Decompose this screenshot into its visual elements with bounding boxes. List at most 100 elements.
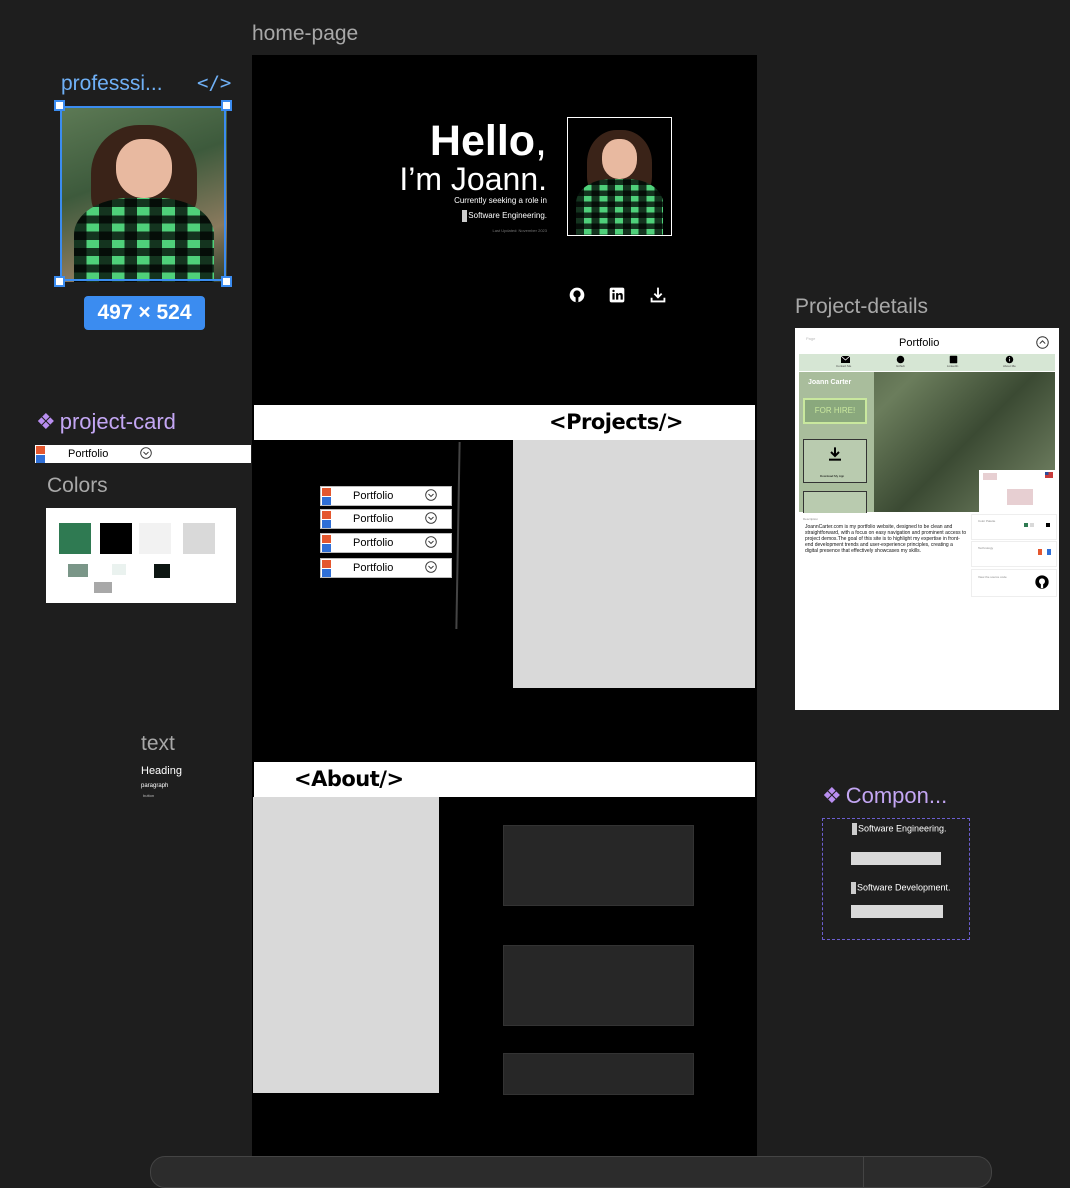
color-swatch[interactable] <box>112 564 126 575</box>
component-frame[interactable]: Software Engineering. Software Developme… <box>822 818 970 940</box>
card-label: Portfolio <box>68 448 109 460</box>
html-css-icon <box>322 535 331 552</box>
text-heading-style[interactable]: Heading <box>141 765 182 777</box>
card-label: Portfolio <box>353 537 394 549</box>
chevron-up-icon[interactable] <box>1036 336 1049 349</box>
component-placeholder <box>851 905 943 918</box>
nav-github[interactable]: Github <box>896 364 905 368</box>
projects-heading: <Projects/> <box>549 410 683 434</box>
selection-label: professsi... <box>61 72 163 95</box>
project-details-frame[interactable]: Page Portfolio Contact Me Github LinkedI… <box>795 328 1059 710</box>
project-card[interactable]: Portfolio <box>320 533 452 553</box>
chevron-down-icon[interactable] <box>425 489 437 501</box>
color-swatch[interactable] <box>139 523 171 554</box>
github-icon[interactable] <box>896 355 905 364</box>
chevron-down-icon[interactable] <box>140 447 152 459</box>
about-card[interactable] <box>503 945 694 1026</box>
color-swatch[interactable] <box>68 564 88 577</box>
linkedin-icon[interactable] <box>949 355 958 364</box>
palette-swatch <box>1024 523 1028 527</box>
details-popup <box>979 470 1055 512</box>
color-swatch[interactable] <box>183 523 215 554</box>
text-label[interactable]: text <box>141 732 175 756</box>
bottom-toolbar[interactable] <box>150 1156 992 1188</box>
component-icon: ❖ <box>822 783 842 808</box>
brand-label: Joann Carter <box>808 379 852 386</box>
nav-contact[interactable]: Contact Me <box>836 364 851 368</box>
nav-linkedin[interactable]: LinkedIn <box>947 364 958 368</box>
for-hire-button[interactable]: FOR HIRE! <box>803 398 867 424</box>
hero-name: I’m Joann. <box>399 161 547 197</box>
color-swatch[interactable] <box>94 582 112 593</box>
page-tag: Page <box>806 336 816 341</box>
popup-tag <box>983 473 997 480</box>
github-icon[interactable] <box>566 284 588 306</box>
about-card[interactable] <box>503 825 694 906</box>
download-icon <box>829 447 841 461</box>
download-app-button[interactable]: Download My App <box>803 439 867 483</box>
hero-hello: Hello, <box>429 117 547 165</box>
colors-frame[interactable] <box>46 508 236 603</box>
details-nav: Contact Me Github LinkedIn About Me <box>799 354 1055 371</box>
project-card-component[interactable]: Portfolio <box>35 445 251 463</box>
popup-note <box>1007 489 1033 505</box>
color-palette-card: Color Palette <box>971 514 1057 540</box>
selection-border <box>60 106 226 281</box>
color-swatch[interactable] <box>154 564 170 578</box>
chevron-down-icon[interactable] <box>425 536 437 548</box>
size-badge: 497 × 524 <box>84 296 205 330</box>
project-card-label[interactable]: ❖ project-card <box>36 409 176 435</box>
mail-icon[interactable] <box>841 356 850 363</box>
linkedin-icon[interactable] <box>606 284 628 306</box>
html-css-icon <box>322 488 331 505</box>
component-placeholder <box>851 852 941 865</box>
resize-handle[interactable] <box>54 276 65 287</box>
chevron-down-icon[interactable] <box>425 512 437 524</box>
text-small-style[interactable]: button <box>143 793 154 798</box>
project-preview-panel[interactable] <box>513 440 755 688</box>
component-text-1: Software Engineering. <box>852 823 947 835</box>
css-icon <box>1047 549 1051 555</box>
about-bar: <About/> <box>254 762 755 797</box>
card-label: Portfolio <box>353 562 394 574</box>
project-description: JoannCarter.com is my portfolio website,… <box>805 524 967 554</box>
text-paragraph-style[interactable]: paragraph <box>141 783 168 789</box>
about-heading: <About/> <box>294 767 404 791</box>
details-title: Portfolio <box>899 337 940 349</box>
details-hero: Joann Carter FOR HIRE! Download My App <box>799 372 1055 513</box>
home-page-frame[interactable]: Hello, I’m Joann. Currently seeking a ro… <box>252 55 757 1170</box>
component-text-2: Software Development. <box>851 882 951 894</box>
pdf-icon[interactable] <box>803 491 867 513</box>
toolbar-divider <box>863 1157 864 1187</box>
color-swatch[interactable] <box>100 523 132 554</box>
download-icon[interactable] <box>647 284 669 306</box>
project-card[interactable]: Portfolio <box>320 509 452 529</box>
home-page-label[interactable]: home-page <box>252 22 358 46</box>
about-card[interactable] <box>503 1053 694 1095</box>
code-icon[interactable]: </> <box>197 72 231 94</box>
info-icon[interactable] <box>1005 355 1014 364</box>
card-label: Portfolio <box>353 513 394 525</box>
resize-handle[interactable] <box>221 276 232 287</box>
about-photo-panel[interactable] <box>253 797 439 1093</box>
github-icon[interactable] <box>1034 574 1050 590</box>
technology-label: Technology <box>978 546 994 550</box>
selection-header: professsi... </> <box>61 72 231 96</box>
view-source-card[interactable]: View the source code <box>971 569 1057 597</box>
view-source-label: View the source code <box>978 575 1007 579</box>
html-css-icon <box>322 560 331 577</box>
flag-icon <box>1045 472 1053 478</box>
resize-handle[interactable] <box>54 100 65 111</box>
color-swatch[interactable] <box>59 523 91 554</box>
card-label: Portfolio <box>353 490 394 502</box>
project-details-label[interactable]: Project-details <box>795 295 928 319</box>
project-card[interactable]: Portfolio <box>320 558 452 578</box>
html-css-icon <box>322 511 331 528</box>
resize-handle[interactable] <box>221 100 232 111</box>
component-label[interactable]: ❖ Compon... <box>822 783 947 809</box>
nav-about[interactable]: About Me <box>1003 364 1016 368</box>
project-card[interactable]: Portfolio <box>320 486 452 506</box>
colors-label[interactable]: Colors <box>47 474 108 498</box>
download-app-label: Download My App <box>820 474 845 478</box>
chevron-down-icon[interactable] <box>425 561 437 573</box>
